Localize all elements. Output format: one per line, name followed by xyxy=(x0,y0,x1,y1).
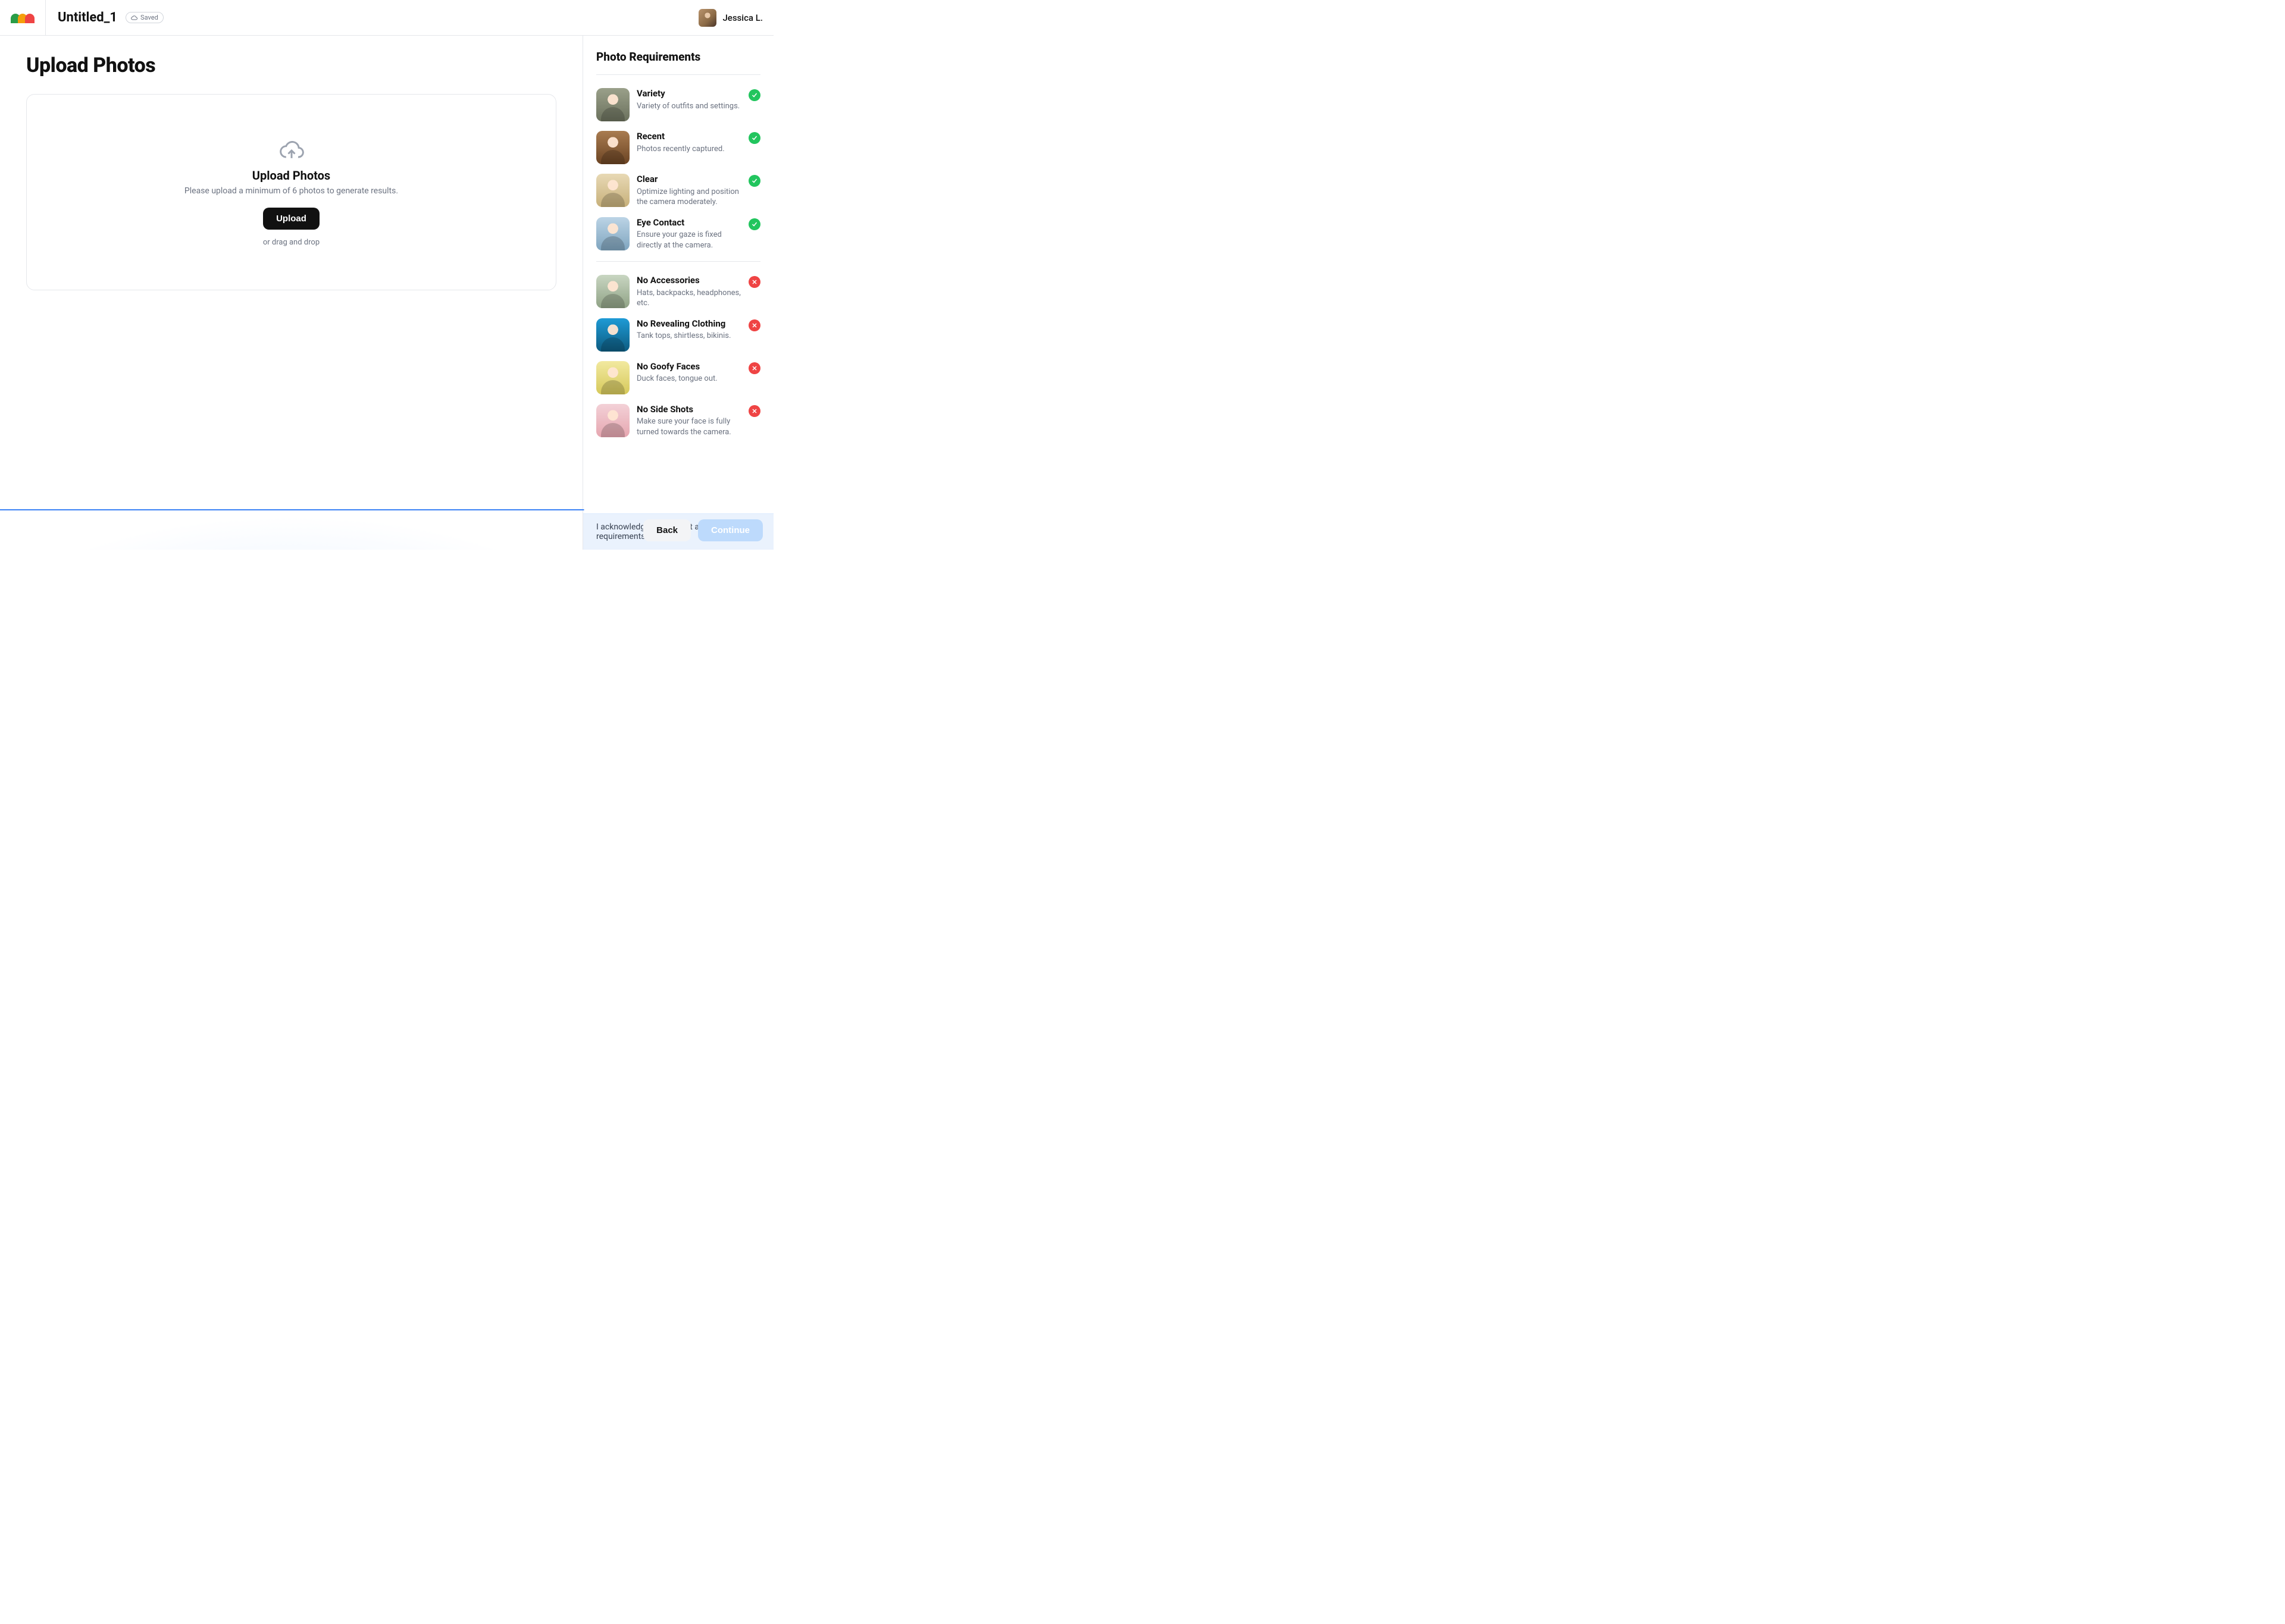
requirement-desc: Duck faces, tongue out. xyxy=(637,374,741,384)
requirement-item: Eye Contact Ensure your gaze is fixed di… xyxy=(596,212,760,256)
check-icon xyxy=(749,132,760,144)
divider xyxy=(596,261,760,262)
requirement-item: No Accessories Hats, backpacks, headphon… xyxy=(596,270,760,313)
continue-button[interactable]: Continue xyxy=(698,519,763,541)
requirement-thumb xyxy=(596,275,630,308)
requirement-desc: Ensure your gaze is fixed directly at th… xyxy=(637,230,741,250)
app-logo[interactable] xyxy=(11,0,46,35)
page-title: Upload Photos xyxy=(26,54,556,77)
upload-button[interactable]: Upload xyxy=(263,208,320,230)
requirement-item: No Side Shots Make sure your face is ful… xyxy=(596,399,760,443)
user-menu[interactable]: Jessica L. xyxy=(699,9,763,27)
requirement-desc: Hats, backpacks, headphones, etc. xyxy=(637,288,741,309)
requirement-item: No Revealing Clothing Tank tops, shirtle… xyxy=(596,313,760,356)
footer-actions: Back Continue xyxy=(643,519,763,541)
cloud-upload-icon xyxy=(278,137,305,164)
requirement-title: No Goofy Faces xyxy=(637,361,741,373)
x-icon xyxy=(749,319,760,331)
dropzone-title: Upload Photos xyxy=(252,168,330,183)
upload-dropzone[interactable]: Upload Photos Please upload a minimum of… xyxy=(26,94,556,290)
requirement-title: No Side Shots xyxy=(637,404,741,416)
check-icon xyxy=(749,218,760,230)
back-button[interactable]: Back xyxy=(643,519,691,541)
requirement-thumb xyxy=(596,88,630,121)
divider xyxy=(596,74,760,75)
requirement-title: Eye Contact xyxy=(637,217,741,229)
document-title[interactable]: Untitled_1 xyxy=(58,10,117,25)
requirement-desc: Variety of outfits and settings. xyxy=(637,101,741,112)
saved-status-chip: Saved xyxy=(126,12,164,23)
requirement-title: No Revealing Clothing xyxy=(637,318,741,330)
main-panel: Upload Photos Upload Photos Please uploa… xyxy=(0,36,583,550)
x-icon xyxy=(749,405,760,417)
dropzone-drag-hint: or drag and drop xyxy=(263,238,320,247)
x-icon xyxy=(749,362,760,374)
requirement-item: Recent Photos recently captured. xyxy=(596,126,760,169)
check-icon xyxy=(749,175,760,187)
requirements-title: Photo Requirements xyxy=(596,50,760,64)
progress-line xyxy=(0,509,774,510)
cloud-icon xyxy=(131,14,138,21)
requirement-item: Variety Variety of outfits and settings. xyxy=(596,83,760,126)
requirement-title: Variety xyxy=(637,88,741,100)
requirement-item: No Goofy Faces Duck faces, tongue out. xyxy=(596,356,760,399)
requirement-thumb xyxy=(596,217,630,250)
user-avatar xyxy=(699,9,716,27)
requirement-desc: Make sure your face is fully turned towa… xyxy=(637,416,741,437)
app-header: Untitled_1 Saved Jessica L. xyxy=(0,0,774,36)
requirement-desc: Tank tops, shirtless, bikinis. xyxy=(637,331,741,341)
requirement-title: No Accessories xyxy=(637,275,741,287)
saved-label: Saved xyxy=(140,14,158,21)
requirement-title: Clear xyxy=(637,174,741,186)
dropzone-subtitle: Please upload a minimum of 6 photos to g… xyxy=(184,186,398,196)
requirement-thumb xyxy=(596,318,630,352)
user-name: Jessica L. xyxy=(722,12,763,23)
requirement-title: Recent xyxy=(637,131,741,143)
requirements-sidebar: Photo Requirements Variety Variety of ou… xyxy=(583,36,774,550)
requirement-desc: Photos recently captured. xyxy=(637,144,741,155)
requirement-thumb xyxy=(596,361,630,394)
x-icon xyxy=(749,276,760,288)
requirement-thumb xyxy=(596,404,630,437)
requirement-thumb xyxy=(596,174,630,207)
requirement-desc: Optimize lighting and position the camer… xyxy=(637,187,741,208)
requirement-thumb xyxy=(596,131,630,164)
requirement-item: Clear Optimize lighting and position the… xyxy=(596,169,760,212)
check-icon xyxy=(749,89,760,101)
